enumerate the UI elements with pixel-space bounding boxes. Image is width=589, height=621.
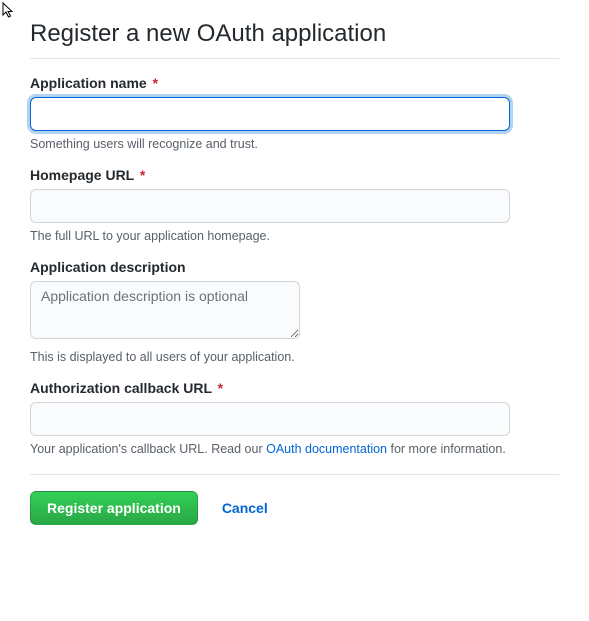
homepage-url-label: Homepage URL *: [30, 167, 559, 183]
register-application-button[interactable]: Register application: [30, 491, 198, 525]
callback-url-input[interactable]: [30, 402, 510, 436]
application-name-hint: Something users will recognize and trust…: [30, 137, 559, 151]
application-description-label: Application description: [30, 259, 559, 275]
required-asterisk: *: [140, 167, 145, 183]
field-application-name: Application name * Something users will …: [30, 75, 559, 151]
application-description-hint: This is displayed to all users of your a…: [30, 350, 559, 364]
homepage-url-input[interactable]: [30, 189, 510, 223]
callback-url-label: Authorization callback URL *: [30, 380, 559, 396]
application-description-input[interactable]: [30, 281, 300, 339]
required-asterisk: *: [153, 75, 158, 91]
required-asterisk: *: [218, 380, 223, 396]
application-name-label: Application name *: [30, 75, 559, 91]
field-homepage-url: Homepage URL * The full URL to your appl…: [30, 167, 559, 243]
callback-url-hint: Your application's callback URL. Read ou…: [30, 442, 559, 456]
homepage-url-hint: The full URL to your application homepag…: [30, 229, 559, 243]
cancel-button[interactable]: Cancel: [222, 500, 268, 516]
page-title: Register a new OAuth application: [30, 20, 559, 59]
field-callback-url: Authorization callback URL * Your applic…: [30, 380, 559, 456]
field-application-description: Application description This is displaye…: [30, 259, 559, 364]
form-actions: Register application Cancel: [30, 474, 559, 525]
mouse-cursor-icon: [2, 2, 16, 20]
oauth-documentation-link[interactable]: OAuth documentation: [266, 442, 387, 456]
application-name-input[interactable]: [30, 97, 510, 131]
